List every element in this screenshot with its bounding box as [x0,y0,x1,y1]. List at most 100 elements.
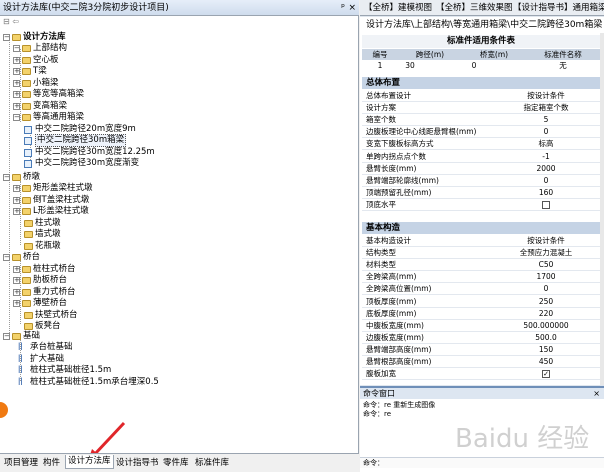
property-value[interactable]: 0 [496,175,596,187]
property-value[interactable]: 250 [496,296,596,308]
tree-node-pier-type[interactable]: 花瓶墩 [24,241,61,252]
tree-node-abutment[interactable]: − 桥台 [3,252,40,263]
collapse-toggle-icon[interactable]: − [3,254,10,261]
property-value[interactable]: C50 [496,259,596,271]
expand-toggle-icon[interactable]: + [13,197,20,204]
property-row[interactable]: 中腹板宽度(mm) 500.000000 [362,320,600,332]
collapse-icon[interactable]: ⊟ ⇦ [3,17,19,26]
tab-standard-parts-library[interactable]: 标准件库 [195,457,229,470]
tree-node-abutment-type[interactable]: + 重力式桥台 [13,287,76,298]
property-row[interactable]: 变宽下腹板标高方式 标高 [362,138,600,151]
property-row[interactable]: 悬臂长度(mm) 2000 [362,163,600,175]
property-value[interactable]: 0 [496,126,596,138]
tree-node-hollow-slab[interactable]: + 空心板 [13,55,59,66]
tab-design-guide[interactable]: 设计指导书 [116,457,159,470]
expand-toggle-icon[interactable]: + [13,208,20,215]
property-value[interactable]: 指定箱室个数 [496,102,596,114]
property-value[interactable]: 标高 [496,138,596,150]
pin-icon[interactable]: ᵖ [341,0,345,16]
tree-node-abutment-type[interactable]: + 肋板桥台 [13,275,67,286]
tree-node-abutment-type[interactable]: + 薄壁桥台 [13,298,67,309]
property-row[interactable]: 全跨梁高(mm) 1700 [362,271,600,284]
property-row[interactable]: 基本构造设计 按设计条件 [362,235,600,247]
tab-3d-view[interactable]: 【全桥】三维效果图 [436,2,513,14]
property-row[interactable]: 结构类型 全预应力混凝土 [362,247,600,260]
tab-design-method-library[interactable]: 设计方法库 [65,455,114,469]
expand-toggle-icon[interactable]: + [13,300,20,307]
property-value[interactable]: 2000 [496,163,596,175]
property-row[interactable]: 边腹板理论中心线距悬臂根(mm) 0 [362,126,600,139]
property-row[interactable]: 悬臂根部高度(mm) 450 [362,356,600,368]
property-row[interactable]: 设计方案 指定箱室个数 [362,102,600,115]
table-row[interactable]: 1 30 0 无 [362,60,600,71]
expand-toggle-icon[interactable]: + [13,91,20,98]
property-value[interactable]: 160 [496,187,596,199]
tree-node-small-box-girder[interactable]: + 小箱梁 [13,78,59,89]
property-row[interactable]: 顶底水平 [362,199,600,211]
property-value[interactable]: 0 [496,283,596,295]
tree-node-general-box-girder[interactable]: − 等高通用箱梁 [13,112,84,123]
tree-node-pier-type[interactable]: 墙式墩 [24,229,61,240]
expand-toggle-icon[interactable]: + [13,289,20,296]
expand-toggle-icon[interactable]: + [13,57,20,64]
collapse-toggle-icon[interactable]: − [13,114,20,121]
property-value[interactable]: ✓ [496,368,596,380]
tab-design-guide-doc[interactable]: 【设计指导书】通用箱梁 [513,2,604,14]
collapse-toggle-icon[interactable]: − [3,333,10,340]
tree-node-uniform-box-girder[interactable]: + 等宽等高箱梁 [13,89,84,100]
tree-node-foundation-type[interactable]: ꟾꟾ 桩柱式基础桩径1.5m [18,365,111,376]
property-value[interactable]: 450 [496,356,596,368]
property-row[interactable]: 底板厚度(mm) 220 [362,308,600,320]
property-value[interactable]: 150 [496,344,596,356]
tab-model-view[interactable]: 【全桥】建模视图 [364,2,432,14]
tree-node-pier-type[interactable]: 柱式墩 [24,218,61,229]
property-row[interactable]: 全跨梁高位置(mm) 0 [362,283,600,296]
expand-toggle-icon[interactable]: + [13,185,20,192]
property-value[interactable] [496,199,596,211]
property-row[interactable]: 箱室个数 5 [362,114,600,127]
property-value[interactable]: 220 [496,308,596,320]
tree-node-t-beam[interactable]: + T梁 [13,66,47,77]
tree-node-foundation[interactable]: − 基础 [3,331,40,342]
section-header-layout[interactable]: 总体布置 [362,77,600,89]
close-icon[interactable]: × [348,0,356,16]
property-value[interactable]: 按设计条件 [496,235,596,247]
collapse-toggle-icon[interactable]: − [3,34,10,41]
tree-node-leaf[interactable]: 中交二院跨径30m宽度12.25m [24,147,155,158]
property-value[interactable]: 1700 [496,271,596,283]
expand-toggle-icon[interactable]: + [13,103,20,110]
collapse-toggle-icon[interactable]: − [3,174,10,181]
property-value[interactable]: 全预应力混凝土 [496,247,596,259]
tree-node-pier[interactable]: − 桥墩 [3,172,40,183]
expand-toggle-icon[interactable]: + [13,68,20,75]
property-row[interactable]: 悬臂端部高度(mm) 150 [362,344,600,356]
tab-components[interactable]: 构件 [43,457,60,470]
property-row[interactable]: 单跨内拐点点个数 -1 [362,151,600,163]
tree-node-foundation-type[interactable]: ꟾꟾ 桩柱式基础桩径1.5m承台埋深0.5 [18,377,159,388]
tree-node-root[interactable]: − 设计方法库 [3,32,66,43]
tree-node-variable-box-girder[interactable]: + 变高箱梁 [13,101,67,112]
vertical-scrollbar[interactable] [600,33,604,385]
tree-node-abutment-type[interactable]: + 桩柱式桥台 [13,264,76,275]
expand-toggle-icon[interactable]: + [13,80,20,87]
property-value[interactable]: -1 [496,151,596,163]
tab-project-management[interactable]: 项目管理 [4,457,38,470]
property-row[interactable]: 腹板加宽 ✓ [362,368,600,381]
expand-toggle-icon[interactable]: + [13,277,20,284]
property-value[interactable]: 500.000000 [496,320,596,332]
tree-node-foundation-type[interactable]: ꟾꟾ 扩大基础 [18,354,64,365]
command-input[interactable]: 命令： [360,457,604,468]
tree-node-pier-type[interactable]: + 倒T盖梁柱式墩 [13,195,89,206]
section-header-basic-structure[interactable]: 基本构造 [362,222,600,234]
tree-node-foundation-type[interactable]: ꟾꟾ 承台桩基础 [18,342,73,353]
property-value[interactable]: 5 [496,114,596,126]
tree-node-leaf[interactable]: 中交二院跨径30m宽度渐变 [24,158,139,169]
property-row[interactable]: 材料类型 C50 [362,259,600,272]
property-row[interactable]: 顶板厚度(mm) 250 [362,296,600,308]
property-row[interactable]: 总体布置设计 按设计条件 [362,90,600,102]
tree-node-leaf-selected[interactable]: 中交二院跨径30m箱梁 [24,134,127,147]
checkbox-checked[interactable]: ✓ [542,370,550,379]
tree-node-superstructure[interactable]: − 上部结构 [13,43,67,54]
expand-toggle-icon[interactable]: + [13,266,20,273]
tree-node-abutment-type[interactable]: 扶壁式桥台 [24,310,78,321]
